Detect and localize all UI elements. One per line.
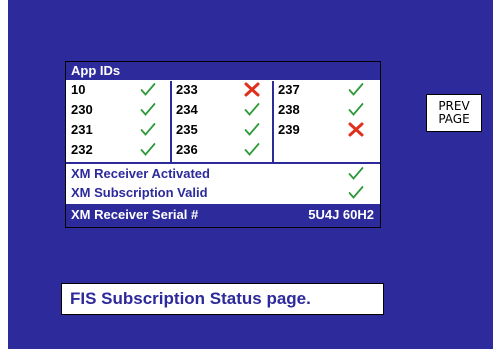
app-id-235: 235: [176, 122, 198, 137]
check-icon: [140, 122, 156, 142]
serial-label: XM Receiver Serial #: [71, 207, 199, 222]
column-divider: [170, 81, 172, 162]
serial-row: XM Receiver Serial # 5U4J 60H2: [66, 204, 380, 227]
cross-icon: [348, 122, 364, 142]
app-id-237: 237: [278, 82, 300, 97]
page-description: FIS Subscription Status page.: [61, 283, 384, 315]
app-id-231: 231: [71, 122, 93, 137]
app-id-233: 233: [176, 82, 198, 97]
check-icon: [244, 102, 260, 122]
app-id-236: 236: [176, 142, 198, 157]
section-divider: [66, 162, 380, 164]
check-icon: [348, 102, 364, 122]
subscription-valid-label: XM Subscription Valid: [71, 185, 208, 200]
check-icon: [244, 122, 260, 142]
check-icon: [140, 82, 156, 102]
check-icon: [348, 82, 364, 102]
check-icon: [140, 102, 156, 122]
serial-value: 5U4J 60H2: [308, 207, 374, 222]
app-id-238: 238: [278, 102, 300, 117]
prev-page-label-line2: PAGE: [438, 112, 470, 126]
status-panel: App IDs 10 230 231 232 233 234 235 236 2…: [65, 61, 381, 228]
app-ids-title: App IDs: [71, 63, 121, 78]
cross-icon: [244, 82, 260, 102]
screen: App IDs 10 230 231 232 233 234 235 236 2…: [8, 0, 493, 349]
check-icon: [348, 185, 364, 205]
app-id-234: 234: [176, 102, 198, 117]
receiver-activated-label: XM Receiver Activated: [71, 166, 210, 181]
check-icon: [140, 142, 156, 162]
app-ids-header: App IDs: [66, 62, 380, 80]
app-id-239: 239: [278, 122, 300, 137]
check-icon: [244, 142, 260, 162]
app-id-230: 230: [71, 102, 93, 117]
column-divider: [272, 81, 274, 162]
app-id-10: 10: [71, 82, 86, 97]
check-icon: [348, 166, 364, 186]
app-id-232: 232: [71, 142, 93, 157]
prev-page-button[interactable]: PREV PAGE: [426, 94, 482, 132]
